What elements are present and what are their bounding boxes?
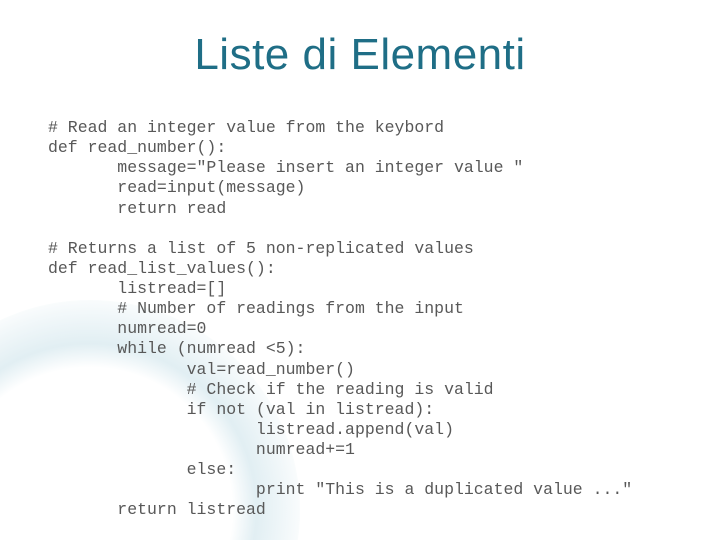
- code-block: # Read an integer value from the keybord…: [48, 118, 680, 521]
- slide-title: Liste di Elementi: [0, 30, 720, 80]
